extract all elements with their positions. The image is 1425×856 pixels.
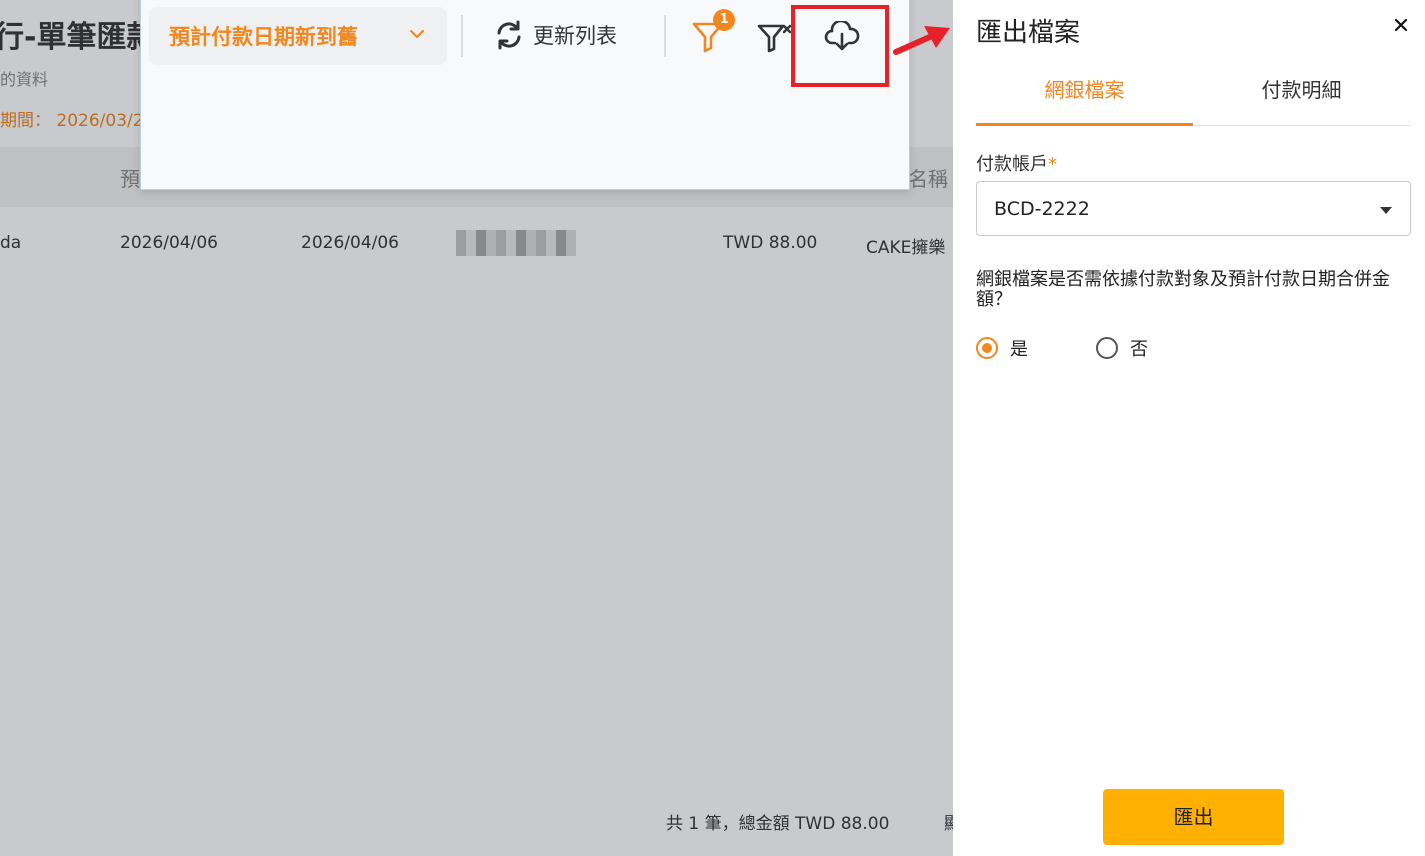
background-page: 行-單筆匯款 的資料 期間： 2026/03/2 預 名稱 da 2026/04… [0,0,953,856]
sort-dropdown[interactable]: 預計付款日期新到舊 [149,7,447,65]
radio-unchecked-icon[interactable] [1096,337,1118,359]
export-tabs: 網銀檔案 付款明細 [976,66,1411,126]
tab-payment-details[interactable]: 付款明細 [1193,66,1410,126]
required-mark: * [1048,154,1057,175]
filter-button[interactable]: 1 [691,9,735,55]
close-icon[interactable] [1390,14,1412,36]
account-label-text: 付款帳戶 [976,154,1048,175]
radio-no[interactable]: 否 [1096,335,1148,361]
filter-count-badge: 1 [713,9,735,31]
account-select[interactable]: BCD-2222 [976,181,1411,236]
drawer-title: 匯出檔案 [976,18,1081,48]
radio-yes[interactable]: 是 [976,335,1028,361]
export-drawer: 匯出檔案 網銀檔案 付款明細 付款帳戶* BCD-2222 網銀檔案是否需依據付… [953,0,1425,856]
sort-label: 預計付款日期新到舊 [169,25,358,49]
annotation-arrow-icon [893,26,950,55]
refresh-icon [497,20,521,50]
radio-label: 否 [1130,339,1148,360]
radio-label: 是 [1010,339,1028,360]
account-field-label: 付款帳戶* [976,150,1057,176]
radio-checked-icon[interactable] [976,337,998,359]
toolbar-divider [461,15,463,57]
clear-filter-button[interactable] [757,23,793,57]
highlight-box [791,5,889,87]
chevron-down-icon [409,29,425,39]
account-select-value: BCD-2222 [994,197,1090,220]
toolbar-divider [664,15,666,57]
refresh-list-button[interactable]: 更新列表 [493,19,617,51]
export-button[interactable]: 匯出 [1103,789,1284,845]
filter-clear-icon [757,24,792,53]
refresh-label: 更新列表 [533,24,617,48]
merge-question: 網銀檔案是否需依據付款對象及預計付款日期合併金額？ [976,269,1390,310]
tab-bank-file[interactable]: 網銀檔案 [976,66,1193,126]
caret-down-icon [1380,207,1392,214]
